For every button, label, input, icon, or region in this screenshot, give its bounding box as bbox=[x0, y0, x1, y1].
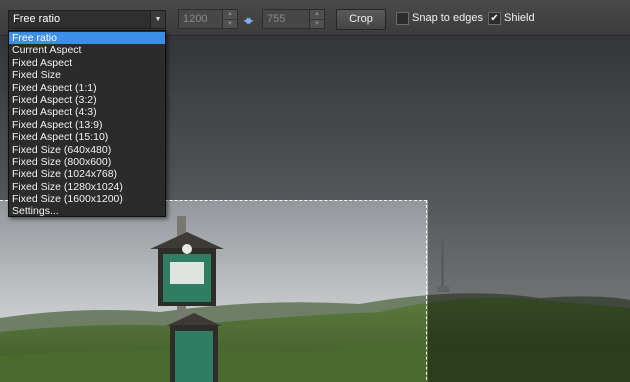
crop-selection-rectangle[interactable] bbox=[0, 200, 427, 382]
height-value: 755 bbox=[267, 13, 286, 25]
height-spinbox[interactable]: 755 ▲ ▼ bbox=[262, 9, 325, 29]
dropdown-option[interactable]: Fixed Aspect bbox=[9, 57, 165, 69]
snap-to-edges-checkbox[interactable] bbox=[396, 12, 409, 25]
width-spinbox[interactable]: 1200 ▲ ▼ bbox=[178, 9, 238, 29]
dropdown-option[interactable]: Fixed Aspect (3:2) bbox=[9, 94, 165, 106]
width-spin-buttons: ▲ ▼ bbox=[222, 10, 237, 28]
dropdown-option[interactable]: Fixed Size (800x600) bbox=[9, 156, 165, 168]
ratio-dropdown-list: Free ratio Current Aspect Fixed Aspect Fixe… bbox=[8, 30, 166, 217]
spin-down-icon[interactable]: ▼ bbox=[223, 19, 237, 28]
width-value: 1200 bbox=[183, 13, 208, 25]
dropdown-option[interactable]: Free ratio bbox=[9, 32, 165, 45]
height-spin-buttons: ▲ ▼ bbox=[309, 10, 324, 28]
dropdown-option[interactable]: Fixed Aspect (4:3) bbox=[9, 106, 165, 118]
dropdown-option[interactable]: Fixed Size (1024x768) bbox=[9, 168, 165, 180]
snap-to-edges-label: Snap to edges bbox=[412, 12, 483, 24]
dropdown-option[interactable]: Settings... bbox=[9, 205, 165, 217]
ratio-select-value: Free ratio bbox=[13, 13, 61, 25]
check-icon: ✔ bbox=[490, 13, 499, 24]
crop-button[interactable]: Crop bbox=[336, 9, 386, 30]
dropdown-option[interactable]: Fixed Size (1280x1024) bbox=[9, 181, 165, 193]
swap-arrows-icon[interactable]: ◂▸ bbox=[244, 13, 253, 27]
ratio-select[interactable]: Free ratio ▼ bbox=[8, 10, 166, 29]
dropdown-option[interactable]: Fixed Size (1600x1200) bbox=[9, 193, 165, 205]
shield-overlay-right bbox=[428, 200, 630, 382]
dropdown-option[interactable]: Current Aspect bbox=[9, 44, 165, 56]
shield-label: Shield bbox=[504, 12, 535, 24]
spin-up-icon[interactable]: ▲ bbox=[310, 10, 324, 19]
dropdown-option[interactable]: Fixed Aspect (15:10) bbox=[9, 131, 165, 143]
spin-up-icon[interactable]: ▲ bbox=[223, 10, 237, 19]
dropdown-option[interactable]: Fixed Size bbox=[9, 69, 165, 81]
dropdown-option[interactable]: Fixed Aspect (1:1) bbox=[9, 82, 165, 94]
dropdown-option[interactable]: Fixed Size (640x480) bbox=[9, 144, 165, 156]
dropdown-option[interactable]: Fixed Aspect (13:9) bbox=[9, 119, 165, 131]
chevron-down-icon[interactable]: ▼ bbox=[150, 11, 165, 28]
shield-checkbox[interactable]: ✔ bbox=[488, 12, 501, 25]
spin-down-icon[interactable]: ▼ bbox=[310, 19, 324, 28]
